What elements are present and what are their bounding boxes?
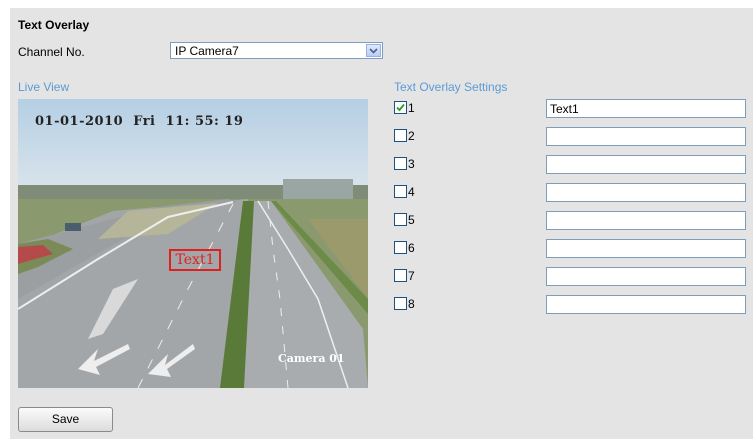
live-view-video[interactable]: 01-01-2010 Fri 11: 55: 19 Text1 Camera 0… bbox=[18, 99, 368, 388]
overlay-text-5[interactable] bbox=[546, 211, 746, 230]
overlay-row-8: 8 bbox=[394, 295, 746, 314]
overlay-label-8: 8 bbox=[408, 297, 415, 311]
channel-select[interactable]: IP Camera7 bbox=[170, 42, 383, 59]
osd-date-time: 01-01-2010 Fri 11: 55: 19 bbox=[35, 114, 244, 129]
live-view-scene bbox=[18, 99, 368, 388]
overlay-checkbox-8[interactable] bbox=[394, 297, 407, 310]
chevron-down-icon[interactable] bbox=[366, 44, 381, 57]
overlay-text-4[interactable] bbox=[546, 183, 746, 202]
check-icon bbox=[396, 103, 405, 112]
overlay-checkbox-5[interactable] bbox=[394, 213, 407, 226]
osd-camera-name: Camera 01 bbox=[278, 352, 345, 365]
overlay-text-2[interactable] bbox=[546, 127, 746, 146]
overlay-label-7: 7 bbox=[408, 269, 415, 283]
overlay-row-4: 4 bbox=[394, 183, 746, 202]
overlay-text-7[interactable] bbox=[546, 267, 746, 286]
overlay-row-2: 2 bbox=[394, 127, 746, 146]
overlay-checkbox-7[interactable] bbox=[394, 269, 407, 282]
overlay-label-1: 1 bbox=[408, 101, 415, 115]
text-overlay-panel: Text Overlay Channel No. IP Camera7 Live… bbox=[10, 8, 753, 439]
overlay-row-6: 6 bbox=[394, 239, 746, 258]
overlay-text-1[interactable] bbox=[546, 99, 746, 118]
text-overlay-settings-label: Text Overlay Settings bbox=[394, 80, 508, 94]
overlay-text-3[interactable] bbox=[546, 155, 746, 174]
save-button[interactable]: Save bbox=[18, 407, 113, 432]
overlay-checkbox-4[interactable] bbox=[394, 185, 407, 198]
overlay-text-8[interactable] bbox=[546, 295, 746, 314]
overlay-row-3: 3 bbox=[394, 155, 746, 174]
overlay-checkbox-6[interactable] bbox=[394, 241, 407, 254]
overlay-row-5: 5 bbox=[394, 211, 746, 230]
overlay-checkbox-3[interactable] bbox=[394, 157, 407, 170]
overlay-label-6: 6 bbox=[408, 241, 415, 255]
overlay-row-7: 7 bbox=[394, 267, 746, 286]
overlay-row-1: 1 bbox=[394, 99, 746, 118]
overlay-text-6[interactable] bbox=[546, 239, 746, 258]
overlay-label-3: 3 bbox=[408, 157, 415, 171]
overlay-label-5: 5 bbox=[408, 213, 415, 227]
channel-label: Channel No. bbox=[18, 45, 85, 59]
overlay-checkbox-2[interactable] bbox=[394, 129, 407, 142]
overlay-label-4: 4 bbox=[408, 185, 415, 199]
overlay-checkbox-1[interactable] bbox=[394, 101, 407, 114]
osd-text-box[interactable]: Text1 bbox=[169, 249, 221, 271]
overlay-label-2: 2 bbox=[408, 129, 415, 143]
channel-select-value: IP Camera7 bbox=[175, 44, 239, 58]
page-title: Text Overlay bbox=[18, 18, 90, 32]
live-view-label: Live View bbox=[18, 80, 70, 94]
